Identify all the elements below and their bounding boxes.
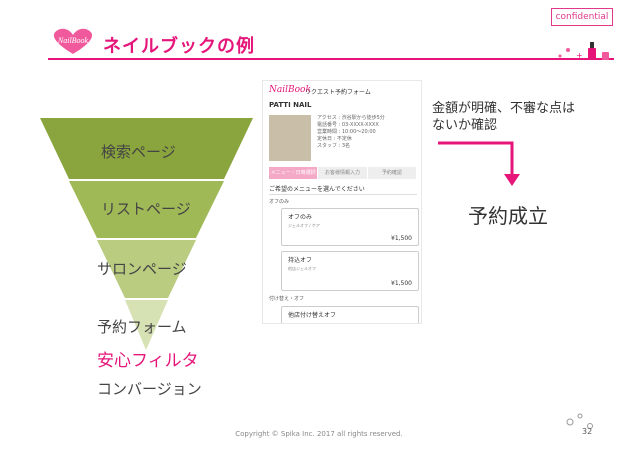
step-menu: メニュー・日時選択: [269, 167, 319, 179]
nail-polish-decoration-icon: +: [548, 40, 618, 62]
page-title: ネイルブックの例: [103, 36, 255, 57]
salon-info-line: アクセス : 渋谷駅から徒歩5分: [317, 115, 385, 121]
option-name: オフのみ: [288, 214, 313, 221]
menu-section-heading: ご希望のメニューを選んでください: [269, 184, 417, 195]
option-price: ¥1,500: [391, 280, 412, 287]
form-steps: メニュー・日時選択 お客様情報入力 予約確認: [269, 167, 417, 179]
page-number: 32: [582, 427, 593, 436]
safety-filter-label: 安心フィルタ: [97, 351, 199, 371]
heart-icon: NailBook: [53, 28, 93, 54]
funnel-step-form: 予約フォーム: [97, 318, 187, 336]
funnel-step-search: 検索ページ: [101, 143, 176, 161]
heart-logo: NailBook: [48, 26, 98, 56]
conversion-label: コンバージョン: [97, 380, 202, 398]
salon-name: PATTI NAIL: [269, 101, 312, 109]
step-confirm: 予約確認: [367, 167, 417, 179]
booking-result: 予約成立: [468, 204, 548, 228]
logo-text: NailBook: [57, 36, 89, 45]
menu-option[interactable]: 持込オフ 他店ジェルオフ ¥1,500: [281, 251, 419, 291]
copyright: Copyright © Spika Inc. 2017 all rights r…: [235, 430, 403, 438]
menu-option[interactable]: オフのみ ジェルオフ / ケア ¥1,500: [281, 208, 419, 246]
svg-text:+: +: [576, 51, 583, 60]
note-text: 金額が明確、不審な点は ないか確認: [432, 100, 575, 134]
salon-info-line: スタッフ : 3名: [317, 143, 351, 149]
category-label: 付け替え・オフ: [269, 296, 305, 302]
funnel-step-list: リストページ: [101, 200, 191, 218]
reservation-form-screenshot: NailBook リクエスト予約フォーム PATTI NAIL アクセス : 渋…: [262, 80, 422, 324]
salon-thumbnail: [269, 115, 311, 161]
option-name: 他店付け替えオフ: [288, 312, 337, 319]
category-label: オフのみ: [269, 199, 290, 205]
option-detail: ジェルオフ / ケア: [288, 223, 320, 228]
salon-info-line: 電話番号 : 03-XXXX-XXXX: [317, 122, 379, 128]
option-detail: 他店ジェルオフ: [288, 266, 316, 271]
option-name: 持込オフ: [288, 257, 313, 264]
confidential-badge: confidential: [551, 8, 613, 26]
salon-info: アクセス : 渋谷駅から徒歩5分 電話番号 : 03-XXXX-XXXX 営業時…: [317, 115, 417, 150]
note-line: ないか確認: [432, 118, 498, 133]
title-divider: [48, 58, 614, 60]
menu-option[interactable]: 他店付け替えオフ: [281, 306, 419, 323]
arrow-icon: [438, 141, 520, 186]
salon-info-line: 営業時間 : 10:00～20:00: [317, 129, 376, 135]
salon-info-line: 定休日 : 不定休: [317, 136, 352, 142]
screenshot-title: リクエスト予約フォーム: [305, 89, 371, 96]
funnel-step-salon: サロンページ: [97, 260, 187, 278]
option-price: ¥1,500: [391, 235, 412, 242]
note-line: 金額が明確、不審な点は: [432, 101, 576, 116]
step-customer-info: お客様情報入力: [318, 167, 368, 179]
